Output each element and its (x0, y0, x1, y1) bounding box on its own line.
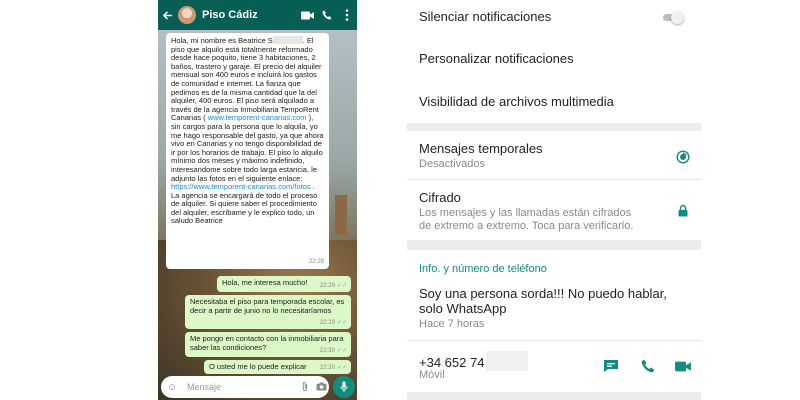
redacted-surname (272, 36, 303, 44)
outgoing-message[interactable]: Necesitaba el piso para temporada escola… (185, 295, 351, 329)
timer-icon (675, 149, 691, 165)
read-ticks-icon: ✓✓ (336, 348, 347, 355)
message-meta: 22:30 ✓✓ (320, 364, 347, 373)
phone-number: +34 652 74 (419, 355, 485, 370)
video-call-icon[interactable] (297, 0, 317, 30)
contact-name[interactable]: Piso Cádiz (202, 9, 297, 21)
info-phone-section-title: Info. y número de teléfono (419, 263, 547, 275)
disappearing-messages-label[interactable]: Mensajes temporales (419, 141, 543, 156)
lock-icon (675, 202, 691, 218)
mute-notifications-toggle[interactable] (661, 11, 685, 24)
camera-icon[interactable] (313, 382, 329, 393)
more-options-icon[interactable] (337, 0, 357, 30)
row-divider (407, 179, 701, 180)
mute-notifications-label[interactable]: Silenciar notificaciones (419, 9, 551, 24)
incoming-text-part-3: ), sin cargos para la persona que lo alq… (171, 113, 324, 183)
chat-header: Piso Cádiz (158, 0, 357, 30)
message-meta: 22:29 ✓✓ (320, 282, 347, 291)
about-time: Hace 7 horas (419, 318, 485, 330)
custom-notifications-item[interactable]: Personalizar notificaciones (419, 51, 574, 66)
read-ticks-icon: ✓✓ (336, 320, 347, 327)
message-time: 22:30 (319, 365, 335, 372)
phone-call-icon[interactable] (639, 357, 657, 375)
read-ticks-icon: ✓✓ (336, 283, 347, 290)
section-divider (407, 392, 701, 400)
contact-avatar[interactable] (178, 6, 196, 24)
message-input-bar[interactable]: ☺ Mensaje (161, 376, 329, 398)
phone-call-icon[interactable] (317, 0, 337, 30)
contact-info-screen: Silenciar notificaciones Personalizar no… (407, 0, 701, 400)
section-divider (407, 123, 701, 131)
emoji-icon[interactable]: ☺ (167, 382, 183, 393)
back-arrow-icon[interactable] (162, 10, 176, 21)
row-divider (407, 340, 701, 341)
attach-icon[interactable] (297, 381, 313, 394)
message-meta: 22:29 ✓✓ (320, 319, 347, 328)
message-meta: 22:30 ✓✓ (320, 347, 347, 356)
incoming-text-part-2: . El piso que alquilo está totalmente re… (171, 36, 322, 123)
outgoing-message[interactable]: Me pongo en contacto con la inmobiliaria… (185, 332, 351, 357)
encryption-description: Los mensajes y las llamadas están cifrad… (419, 207, 634, 232)
encryption-label[interactable]: Cifrado (419, 190, 461, 205)
outgoing-message-text: Hola, me interesa mucho! (222, 278, 308, 287)
media-visibility-item[interactable]: Visibilidad de archivos multimedia (419, 94, 614, 109)
redacted-phone-digits (486, 351, 529, 371)
message-icon[interactable] (602, 357, 620, 375)
video-call-icon[interactable] (674, 357, 692, 375)
toggle-knob (671, 11, 684, 24)
outgoing-message-text: Necesitaba el piso para temporada escola… (190, 297, 345, 315)
message-time: 22:29 (319, 320, 335, 327)
outgoing-message[interactable]: O usted me lo puede explicar 22:30 ✓✓ (204, 360, 351, 374)
wallpaper-tower (335, 195, 347, 235)
message-time: 22:30 (319, 348, 335, 355)
chat-screen: Piso Cádiz Hola, mi nombre es Beatrice S… (158, 0, 357, 400)
message-input[interactable]: Mensaje (187, 382, 297, 392)
message-time: 22:29 (319, 283, 335, 290)
outgoing-message[interactable]: Hola, me interesa mucho! 22:29 ✓✓ (217, 276, 351, 292)
section-divider (407, 240, 701, 250)
outgoing-message-text: O usted me lo puede explicar (209, 362, 307, 371)
about-text: Soy una persona sorda!!! No puedo hablar… (419, 286, 667, 316)
incoming-message[interactable]: Hola, mi nombre es Beatrice S. El piso q… (166, 33, 329, 269)
microphone-button[interactable] (333, 376, 355, 398)
microphone-icon (340, 381, 348, 392)
incoming-message-time: 22:28 (308, 259, 324, 266)
phone-type: Móvil (419, 369, 445, 381)
disappearing-messages-status: Desactivados (419, 158, 486, 170)
phone-number-row[interactable]: +34 652 74 (419, 351, 529, 371)
read-ticks-icon: ✓✓ (336, 365, 347, 372)
